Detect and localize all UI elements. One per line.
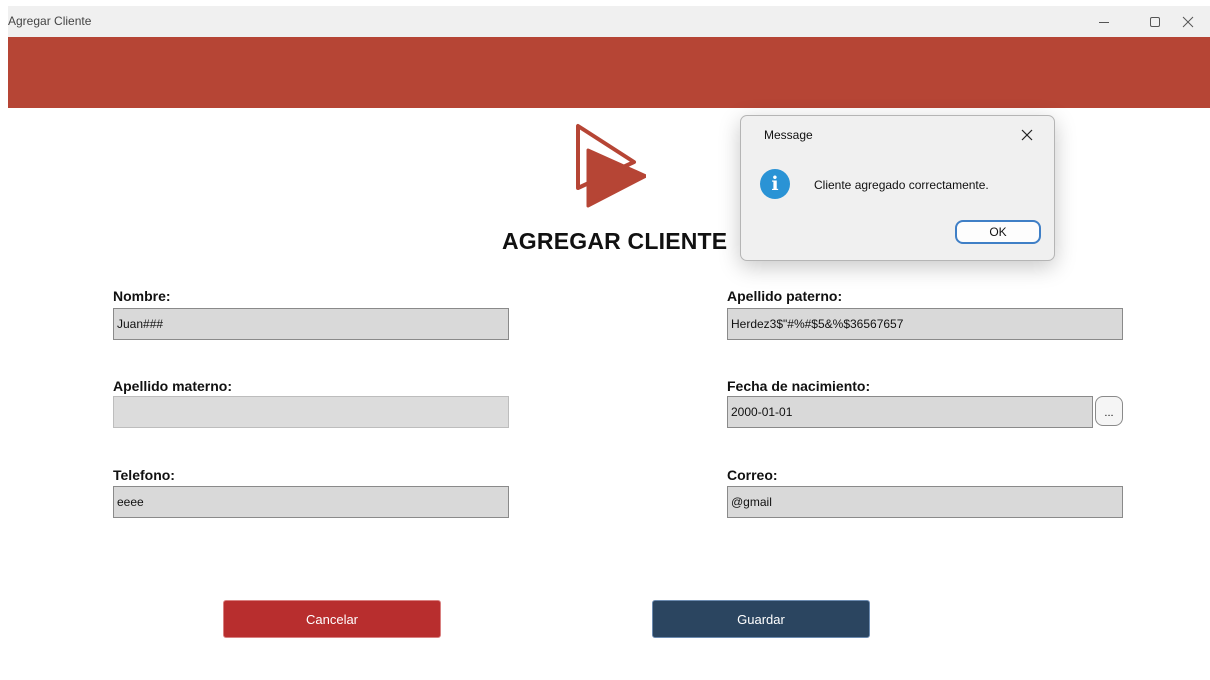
- fecha-nacimiento-input[interactable]: 2000-01-01: [727, 396, 1093, 428]
- cancel-button[interactable]: Cancelar: [223, 600, 441, 638]
- dialog-close-button[interactable]: [1017, 125, 1037, 145]
- telefono-input[interactable]: eeee: [113, 486, 509, 518]
- telefono-label: Telefono:: [113, 467, 175, 483]
- message-dialog: Message i Cliente agregado correctamente…: [740, 115, 1055, 261]
- dialog-message: Cliente agregado correctamente.: [814, 178, 989, 192]
- minimize-button[interactable]: [1081, 6, 1127, 37]
- close-window-button[interactable]: [1165, 6, 1210, 37]
- minimize-icon: [1099, 21, 1109, 23]
- correo-input[interactable]: @gmail: [727, 486, 1123, 518]
- apellido-paterno-input[interactable]: Herdez3$"#%#$5&%$36567657: [727, 308, 1123, 340]
- title-bar: Agregar Cliente: [8, 6, 1210, 37]
- close-icon: [1182, 16, 1194, 27]
- maximize-icon: [1150, 16, 1160, 27]
- header-banner: [8, 37, 1210, 108]
- nombre-input[interactable]: Juan###: [113, 308, 509, 340]
- window-title: Agregar Cliente: [8, 14, 92, 28]
- fecha-nacimiento-label: Fecha de nacimiento:: [727, 378, 871, 394]
- ok-button[interactable]: OK: [955, 220, 1041, 244]
- play-logo-icon: [576, 124, 646, 208]
- dialog-title: Message: [764, 128, 813, 142]
- apellido-materno-label: Apellido materno:: [113, 378, 233, 394]
- correo-label: Correo:: [727, 467, 778, 483]
- app-window: Agregar Cliente: [8, 6, 1210, 680]
- close-icon: [1021, 129, 1033, 141]
- date-picker-button[interactable]: ...: [1095, 396, 1123, 426]
- info-icon: i: [760, 169, 790, 199]
- apellido-materno-input[interactable]: [113, 396, 509, 428]
- save-button[interactable]: Guardar: [652, 600, 870, 638]
- nombre-label: Nombre:: [113, 288, 171, 304]
- apellido-paterno-label: Apellido paterno:: [727, 288, 843, 304]
- form-title: AGREGAR CLIENTE: [502, 228, 728, 254]
- dialog-body: i Cliente agregado correctamente.: [741, 156, 1054, 220]
